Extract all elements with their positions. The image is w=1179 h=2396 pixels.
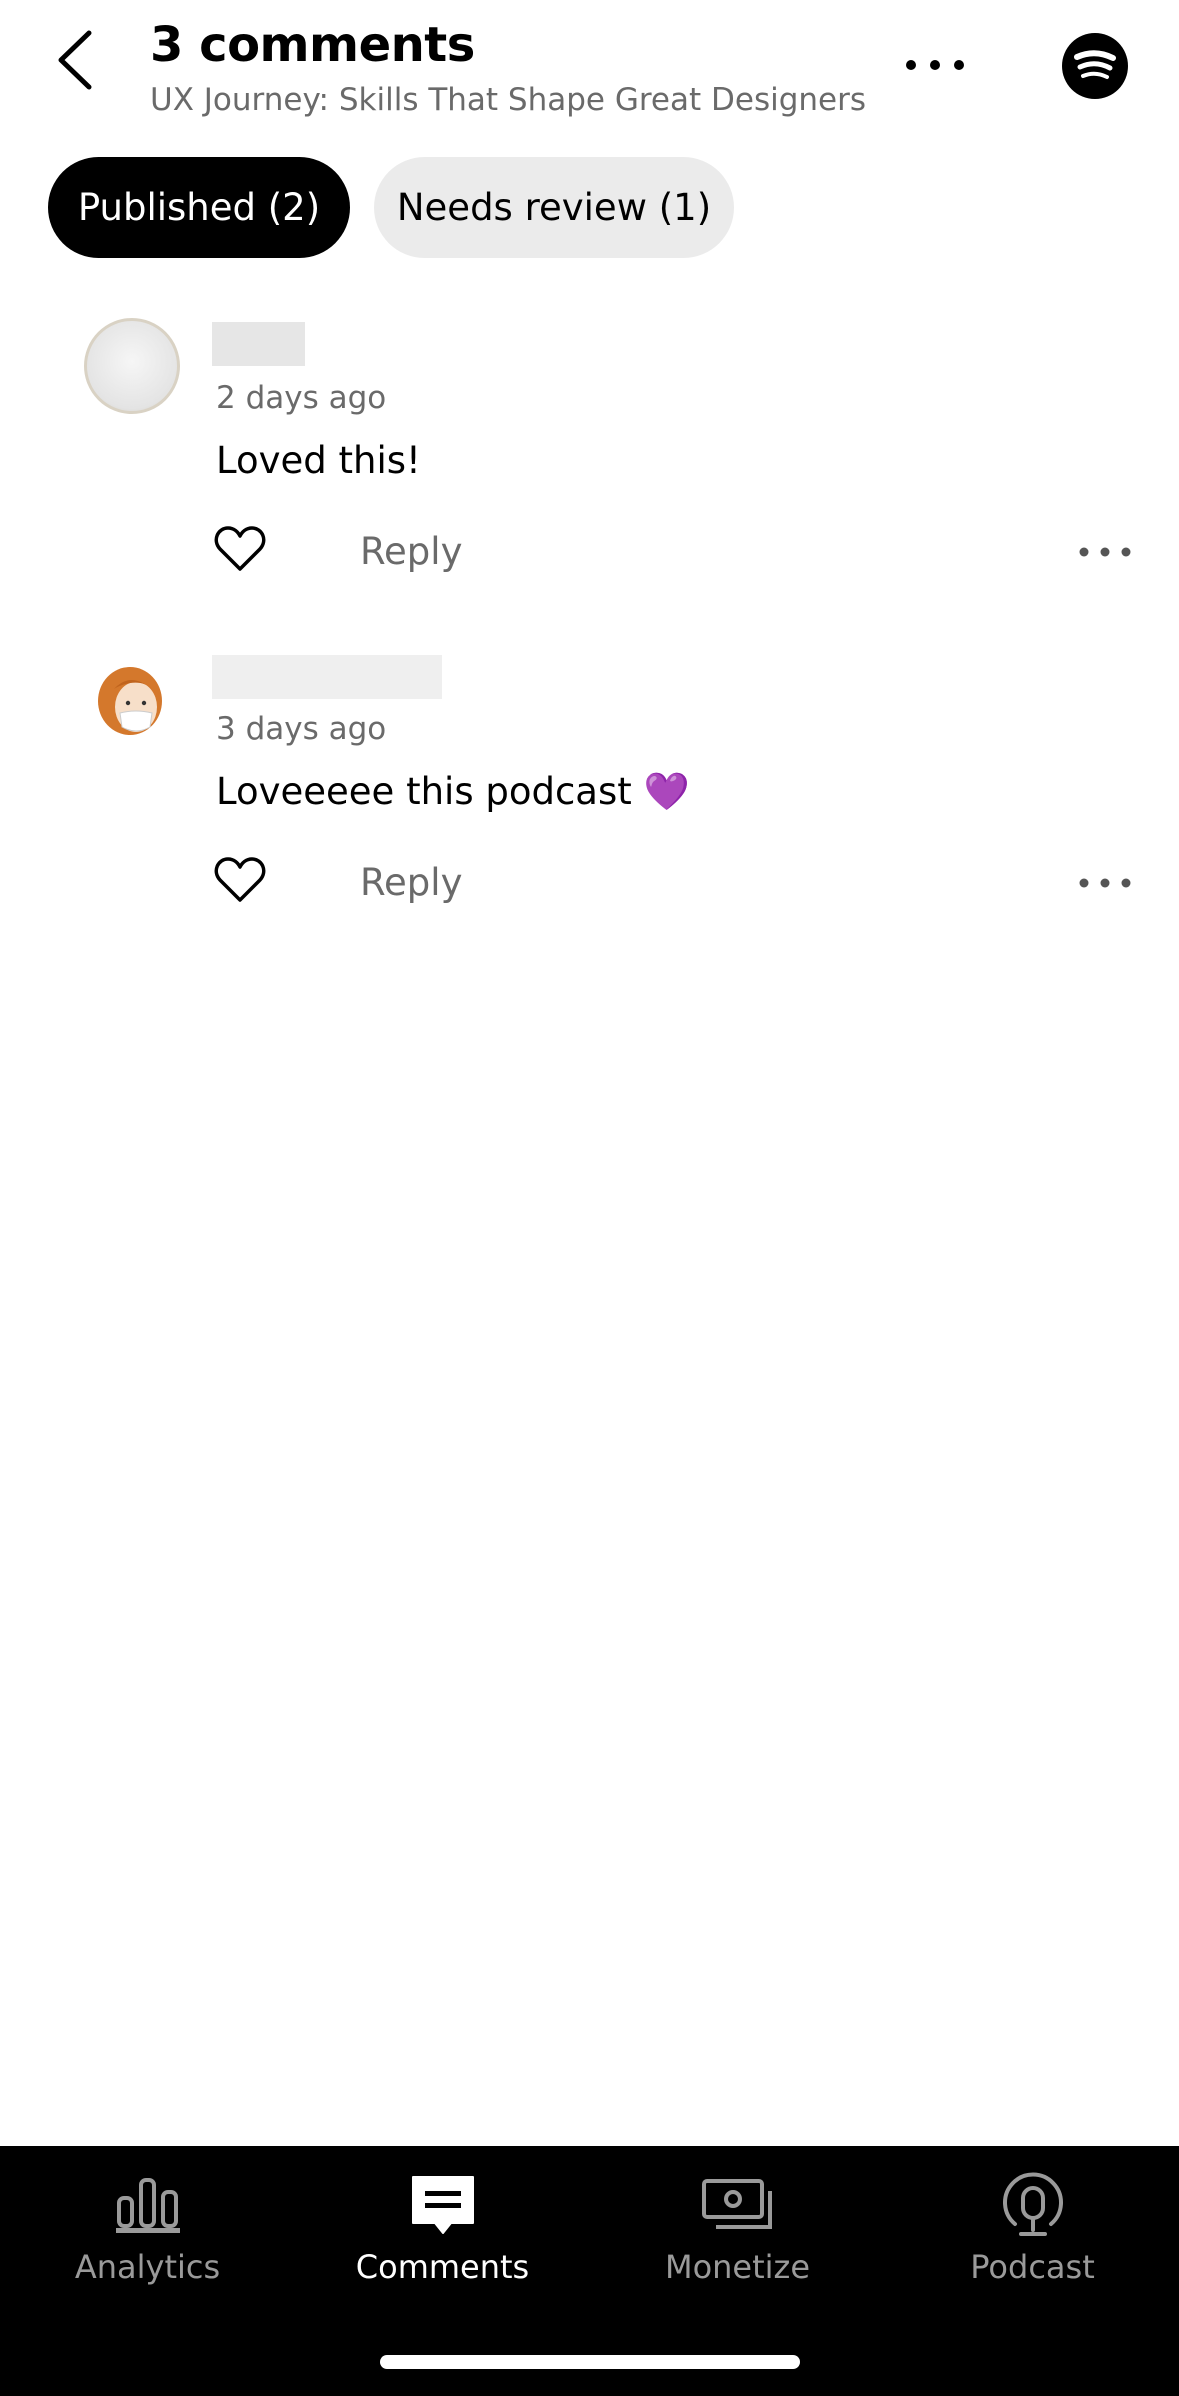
money-icon (700, 2170, 776, 2240)
reply-button[interactable]: Reply (360, 858, 462, 908)
avatar[interactable] (84, 655, 180, 751)
episode-subtitle: UX Journey: Skills That Shape Great Desi… (150, 82, 866, 118)
comment-more-button[interactable] (1070, 531, 1140, 571)
chevron-left-icon (55, 29, 95, 95)
tab-needs-review[interactable]: Needs review (1) (374, 157, 734, 258)
comment-icon (409, 2170, 477, 2240)
home-indicator (380, 2355, 800, 2369)
avatar[interactable] (84, 318, 180, 414)
more-options-button[interactable] (895, 40, 975, 90)
nav-analytics-label: Analytics (74, 2248, 221, 2286)
tab-needs-review-label: Needs review (1) (396, 186, 712, 229)
bar-chart-icon (115, 2170, 180, 2240)
nav-comments-label: Comments (355, 2248, 530, 2286)
tab-published[interactable]: Published (2) (48, 157, 350, 258)
more-horizontal-icon (1079, 542, 1131, 561)
tab-published-label: Published (2) (77, 186, 321, 229)
comment-timestamp: 3 days ago (216, 711, 387, 747)
nav-podcast-label: Podcast (970, 2248, 1095, 2286)
nav-analytics[interactable]: Analytics (0, 2146, 295, 2316)
commenter-name-redacted (212, 655, 442, 699)
comment-text: Loved this! (216, 439, 421, 482)
page-title: 3 comments (150, 17, 475, 73)
back-button[interactable] (40, 22, 110, 102)
heart-icon (214, 856, 266, 908)
more-horizontal-icon (905, 56, 965, 75)
heart-icon (214, 525, 266, 577)
nav-podcast[interactable]: Podcast (885, 2146, 1179, 2316)
commenter-name-redacted (212, 322, 305, 366)
spotify-logo-icon (1062, 33, 1128, 99)
podcast-icon (999, 2170, 1067, 2240)
nav-comments[interactable]: Comments (295, 2146, 590, 2316)
more-horizontal-icon (1079, 873, 1131, 892)
like-button[interactable] (210, 523, 270, 579)
like-button[interactable] (210, 854, 270, 910)
comment-timestamp: 2 days ago (216, 380, 387, 416)
comment-text: Loveeeee this podcast 💜 (216, 770, 690, 813)
comment-more-button[interactable] (1070, 862, 1140, 902)
reply-button[interactable]: Reply (360, 527, 462, 577)
nav-monetize[interactable]: Monetize (590, 2146, 885, 2316)
nav-monetize-label: Monetize (664, 2248, 811, 2286)
